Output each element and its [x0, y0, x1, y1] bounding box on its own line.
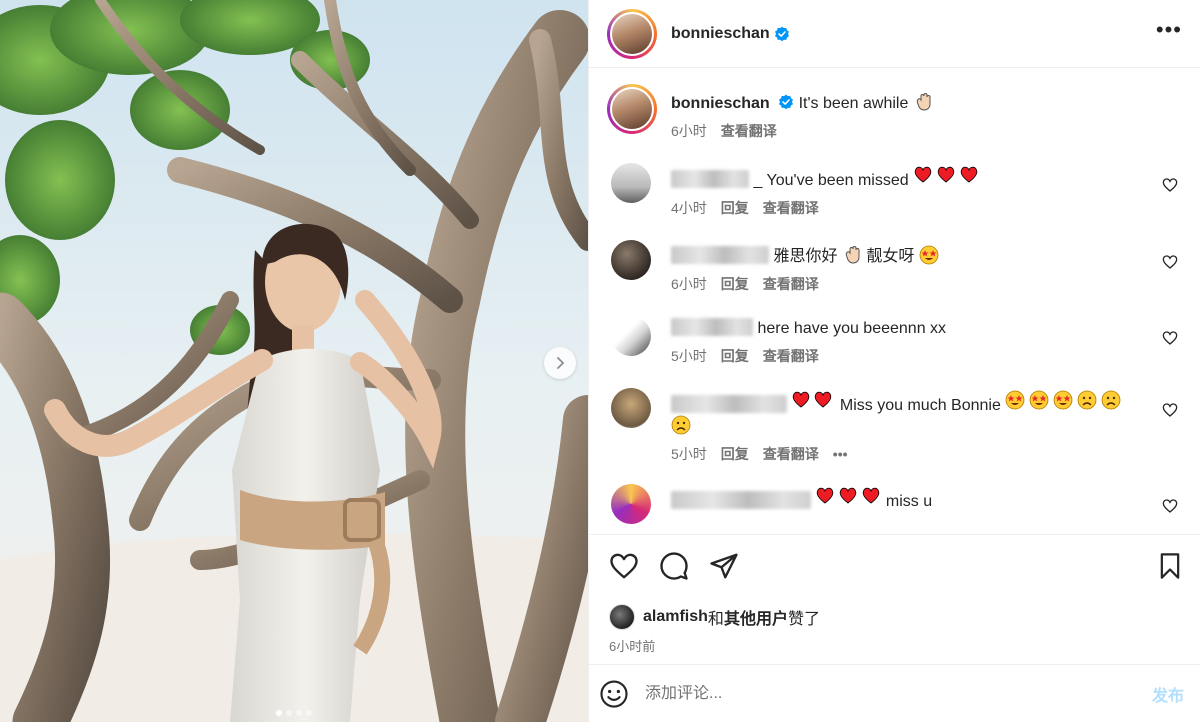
liker-username[interactable]: alamfish: [643, 608, 708, 626]
reply-link[interactable]: 回复: [721, 346, 749, 366]
carousel-next-button[interactable]: [544, 347, 576, 379]
comment-timestamp[interactable]: 4小时: [671, 198, 707, 218]
liker-avatar[interactable]: [609, 604, 635, 630]
author-username[interactable]: bonnieschan: [671, 25, 770, 43]
verified-badge-icon: [779, 94, 794, 110]
post-header: bonnieschan •••: [589, 0, 1200, 68]
waving-hand-emoji-icon: [842, 245, 862, 265]
likes-joiner-text: 和: [707, 611, 724, 628]
heart-icon: [610, 553, 638, 578]
red-hearts-emoji-icon: [791, 391, 839, 414]
post-action-bar: [589, 534, 1200, 596]
like-comment-heart-icon[interactable]: [1162, 402, 1178, 418]
post-image: [0, 0, 588, 722]
comment-item: _ You've been missed 4小时 回复 查看翻译: [607, 163, 1182, 218]
paper-plane-icon: [710, 553, 738, 578]
commenter-username[interactable]: [671, 170, 749, 188]
comment-bubble-icon: [660, 551, 688, 580]
post-sidebar: bonnieschan ••• bonnieschan It's been aw…: [588, 0, 1200, 722]
comments-list[interactable]: bonnieschan It's been awhile 6小时 查看翻译 _ …: [589, 68, 1200, 534]
see-translation-link[interactable]: 查看翻译: [721, 121, 777, 141]
carousel-dot: [296, 710, 302, 716]
post-caption: bonnieschan It's been awhile 6小时 查看翻译: [607, 84, 1182, 141]
add-comment-bar: 发布: [589, 664, 1200, 722]
comment-item: 雅思你好 靓女呀 6小时 回复 查看翻译: [607, 240, 1182, 294]
chevron-right-icon: [557, 357, 565, 369]
caption-timestamp[interactable]: 6小时: [671, 121, 707, 141]
comment-timestamp[interactable]: 6小时: [671, 274, 707, 294]
author-avatar[interactable]: [607, 8, 657, 59]
commenter-avatar[interactable]: [611, 484, 651, 524]
comment-timestamp[interactable]: 5小时: [671, 444, 707, 464]
others-liked-link[interactable]: 其他用户: [724, 605, 788, 629]
sad-face-emoji-icon: [671, 415, 691, 435]
see-translation-link[interactable]: 查看翻译: [763, 346, 819, 366]
comment-button[interactable]: [659, 551, 689, 581]
carousel-indicator: [0, 710, 588, 716]
commenter-username[interactable]: [671, 395, 787, 413]
carousel-dot: [306, 710, 312, 716]
carousel-dot: [276, 710, 282, 716]
commenter-username[interactable]: [671, 318, 753, 336]
reply-link[interactable]: 回复: [721, 444, 749, 464]
like-comment-heart-icon[interactable]: [1162, 254, 1178, 270]
like-post-button[interactable]: [609, 551, 639, 581]
reply-link[interactable]: 回复: [721, 274, 749, 294]
commenter-username[interactable]: [671, 246, 769, 264]
commenter-avatar[interactable]: [611, 388, 651, 428]
likes-section: alamfish 和 其他用户 赞了 6小时前: [589, 596, 1200, 664]
comment-item: miss u: [607, 484, 1182, 524]
comment-text: here have you beeennn xx: [757, 320, 947, 337]
comment-text: miss u: [885, 493, 933, 510]
commenter-username[interactable]: [671, 491, 811, 509]
likes-suffix-text: 赞了: [787, 611, 820, 628]
comment-item: Miss you much Bonnie 5小时 回复 查看翻译 •••: [607, 388, 1182, 464]
see-translation-link[interactable]: 查看翻译: [763, 444, 819, 464]
star-struck-emoji-icon: [919, 245, 939, 265]
save-post-button[interactable]: [1156, 552, 1184, 580]
like-comment-heart-icon[interactable]: [1162, 177, 1178, 193]
verified-badge-icon: [774, 26, 789, 41]
post-photo[interactable]: [0, 0, 588, 722]
like-comment-heart-icon[interactable]: [1162, 498, 1178, 514]
reply-link[interactable]: 回复: [721, 198, 749, 218]
commenter-avatar[interactable]: [611, 163, 651, 203]
caption-text: It's been awhile: [798, 95, 909, 112]
bookmark-icon: [1160, 552, 1180, 579]
emoji-picker-button[interactable]: [599, 679, 629, 709]
comment-text: _ You've been missed: [753, 172, 909, 189]
add-comment-input[interactable]: [645, 684, 1152, 703]
comment-text: Miss you much Bonnie: [839, 397, 1001, 414]
comment-text-tail: 靓女呀: [866, 248, 915, 265]
see-translation-link[interactable]: 查看翻译: [763, 274, 819, 294]
red-hearts-emoji-icon: [815, 487, 885, 510]
emoji-sequence-icon: [1005, 390, 1123, 414]
post-timestamp[interactable]: 6小时前: [609, 636, 1180, 655]
instagram-post-view: bonnieschan ••• bonnieschan It's been aw…: [0, 0, 1200, 722]
caption-username[interactable]: bonnieschan: [671, 95, 770, 112]
share-button[interactable]: [709, 551, 739, 581]
more-options-button[interactable]: •••: [1156, 18, 1182, 49]
waving-hand-emoji-icon: [913, 92, 933, 112]
commenter-avatar[interactable]: [611, 240, 651, 280]
comment-more-options-button[interactable]: •••: [833, 446, 848, 462]
smiley-icon: [600, 679, 628, 708]
like-comment-heart-icon[interactable]: [1162, 330, 1178, 346]
red-hearts-emoji-icon: [913, 166, 979, 189]
post-comment-button[interactable]: 发布: [1152, 682, 1184, 706]
comment-item: here have you beeennn xx 5小时 回复 查看翻译: [607, 316, 1182, 366]
comment-timestamp[interactable]: 5小时: [671, 346, 707, 366]
carousel-dot: [286, 710, 292, 716]
commenter-avatar[interactable]: [611, 316, 651, 356]
see-translation-link[interactable]: 查看翻译: [763, 198, 819, 218]
author-avatar[interactable]: [607, 84, 657, 134]
comment-text: 雅思你好: [773, 248, 838, 265]
